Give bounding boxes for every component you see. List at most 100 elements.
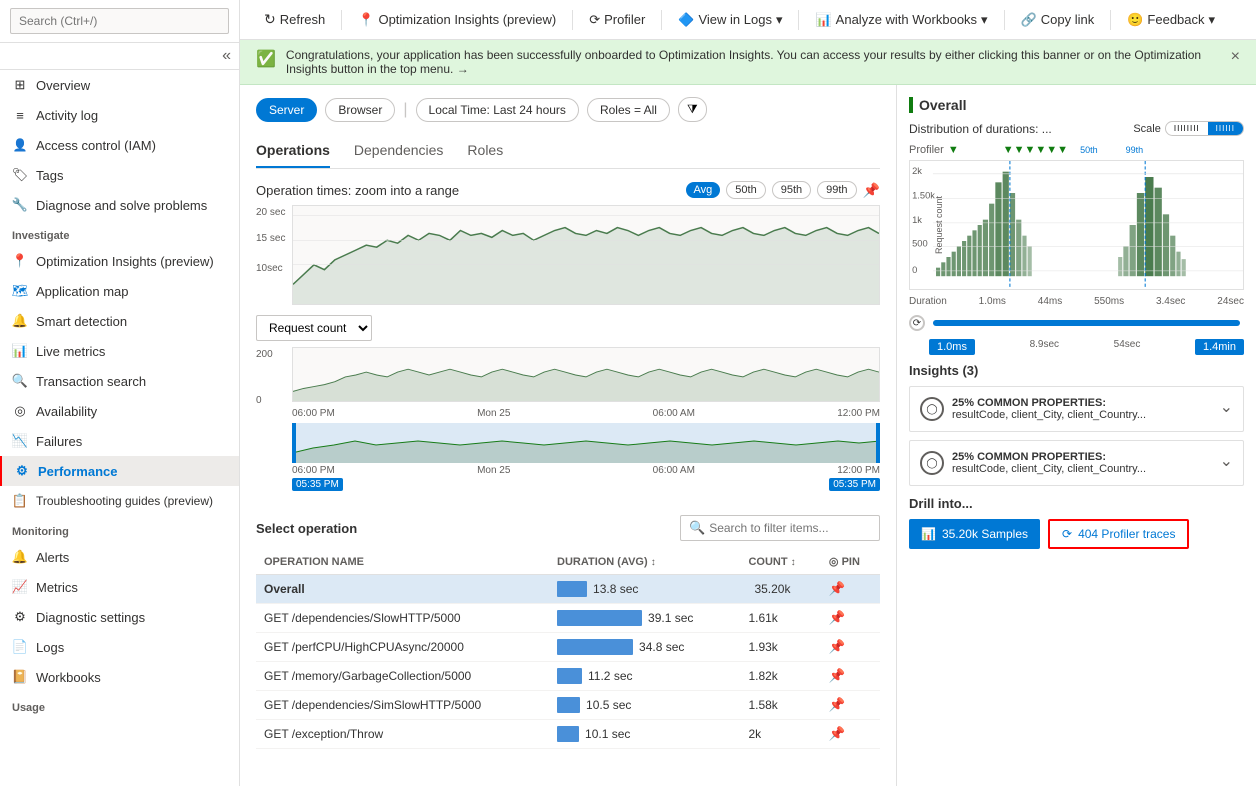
table-search-input[interactable] (709, 521, 871, 535)
main-chart-svg (293, 206, 879, 304)
sidebar-item-troubleshooting[interactable]: 📋 Troubleshooting guides (preview) (0, 486, 239, 516)
p95-button[interactable]: 95th (772, 181, 811, 199)
sidebar-item-overview[interactable]: ⊞ Overview (0, 70, 239, 100)
sidebar-item-workbooks[interactable]: 📔 Workbooks (0, 662, 239, 692)
sidebar-item-access-control[interactable]: 👤 Access control (IAM) (0, 130, 239, 160)
duration-bar (557, 610, 642, 626)
table-row[interactable]: GET /dependencies/SimSlowHTTP/5000 10.5 … (256, 691, 880, 720)
time-filter-button[interactable]: Local Time: Last 24 hours (416, 98, 579, 122)
distribution-header: Distribution of durations: ... Scale III… (909, 121, 1244, 136)
filter-separator: | (403, 101, 407, 119)
navigator-right-handle[interactable] (876, 423, 880, 463)
sidebar-item-performance[interactable]: ⚙ Performance (0, 456, 239, 486)
copy-link-button[interactable]: 🔗 Copy link (1013, 7, 1103, 33)
sidebar-item-optimization-insights[interactable]: 📍 Optimization Insights (preview) (0, 246, 239, 276)
profiler-button[interactable]: ⟳ Profiler (581, 7, 653, 33)
mini-chart-svg (293, 348, 879, 401)
nav-t2: Mon 25 (477, 465, 510, 476)
p50-button[interactable]: 50th (726, 181, 765, 199)
col-operation-name[interactable]: OPERATION NAME (256, 549, 549, 575)
duration-end-handle[interactable]: 1.4min (1195, 339, 1244, 355)
sidebar-item-diagnostic-settings[interactable]: ⚙ Diagnostic settings (0, 602, 239, 632)
avg-button[interactable]: Avg (686, 182, 721, 198)
sidebar-item-alerts[interactable]: 🔔 Alerts (0, 542, 239, 572)
insight-card-2: ◯ 25% COMMON PROPERTIES: resultCode, cli… (909, 440, 1244, 486)
insight-expand-button-2[interactable]: ⌄ (1220, 451, 1233, 471)
scale-linear-button[interactable]: IIIIIIII (1166, 122, 1208, 135)
pin-cell[interactable]: 📌 (821, 575, 880, 604)
sidebar-item-smart-detection[interactable]: 🔔 Smart detection (0, 306, 239, 336)
server-filter-button[interactable]: Server (256, 98, 317, 122)
pin-cell[interactable]: 📌 (821, 691, 880, 720)
tab-roles[interactable]: Roles (467, 134, 503, 168)
profiler-traces-button[interactable]: ⟳ 404 Profiler traces (1048, 519, 1189, 549)
feedback-button[interactable]: 🙂 Feedback ▾ (1119, 7, 1223, 33)
sidebar-item-label: Troubleshooting guides (preview) (36, 494, 213, 508)
sidebar-item-activity-log[interactable]: ≡ Activity log (0, 100, 239, 130)
pin-button[interactable]: 📌 (829, 697, 846, 713)
count-cell: 35.20k (740, 575, 820, 604)
sidebar-item-live-metrics[interactable]: 📊 Live metrics (0, 336, 239, 366)
browser-filter-button[interactable]: Browser (325, 98, 395, 122)
pin-button[interactable]: 📌 (829, 668, 846, 684)
sidebar: « ⊞ Overview ≡ Activity log 👤 Access con… (0, 0, 240, 786)
roles-filter-button[interactable]: Roles = All (587, 98, 670, 122)
refresh-button[interactable]: ↻ Refresh (256, 6, 333, 33)
sidebar-item-metrics[interactable]: 📈 Metrics (0, 572, 239, 602)
pin-cell[interactable]: 📌 (821, 720, 880, 749)
pin-button[interactable]: 📌 (829, 610, 846, 626)
tab-dependencies[interactable]: Dependencies (354, 134, 444, 168)
navigator[interactable] (292, 423, 880, 463)
left-panel: Server Browser | Local Time: Last 24 hou… (240, 85, 896, 786)
pin-button[interactable]: 📌 (829, 639, 846, 655)
tab-operations[interactable]: Operations (256, 134, 330, 168)
svg-text:1k: 1k (912, 215, 922, 226)
duration-value: 10.5 sec (586, 698, 631, 712)
col-count[interactable]: COUNT ↕ (740, 549, 820, 575)
pin-cell[interactable]: 📌 (821, 604, 880, 633)
sidebar-item-transaction-search[interactable]: 🔍 Transaction search (0, 366, 239, 396)
filter-options-button[interactable]: ⧩ (678, 97, 707, 122)
pin-button[interactable]: 📌 (829, 726, 846, 742)
sidebar-item-tags[interactable]: 🏷 Tags (0, 160, 239, 190)
pin-cell[interactable]: 📌 (821, 633, 880, 662)
main-content: ↻ Refresh 📍 Optimization Insights (previ… (240, 0, 1256, 786)
duration-start-handle[interactable]: 1.0ms (929, 339, 975, 355)
sidebar-item-failures[interactable]: 📉 Failures (0, 426, 239, 456)
chart-controls: Avg 50th 95th 99th 📌 (686, 181, 880, 199)
sidebar-item-logs[interactable]: 📄 Logs (0, 632, 239, 662)
svg-text:1.50k: 1.50k (912, 190, 935, 201)
duration-value: 10.1 sec (585, 727, 630, 741)
sidebar-item-diagnose[interactable]: 🔧 Diagnose and solve problems (0, 190, 239, 220)
sidebar-item-availability[interactable]: ◎ Availability (0, 396, 239, 426)
table-row[interactable]: GET /exception/Throw 10.1 sec 2k📌 (256, 720, 880, 749)
p99-button[interactable]: 99th (817, 181, 856, 199)
insight-expand-button-1[interactable]: ⌄ (1220, 397, 1233, 417)
navigator-left-handle[interactable] (292, 423, 296, 463)
table-row[interactable]: GET /dependencies/SlowHTTP/5000 39.1 sec… (256, 604, 880, 633)
pin-cell[interactable]: 📌 (821, 662, 880, 691)
banner-close-button[interactable]: × (1231, 48, 1240, 66)
duration-mid2: 54sec (1114, 339, 1141, 355)
navigator-container: 06:00 PM Mon 25 06:00 AM 12:00 PM 05:35 … (292, 423, 880, 491)
duration-cell: 10.5 sec (549, 691, 740, 720)
optimization-insights-button[interactable]: 📍 Optimization Insights (preview) (350, 7, 564, 33)
scale-log-button[interactable]: IIIIII (1208, 122, 1243, 135)
navigator-inner (292, 423, 880, 463)
pin-button[interactable]: 📌 (829, 581, 846, 597)
sidebar-item-label: Smart detection (36, 314, 127, 329)
sidebar-item-application-map[interactable]: 🗺 Application map (0, 276, 239, 306)
operation-name-cell: GET /memory/GarbageCollection/5000 (256, 662, 549, 691)
pin-chart-button[interactable]: 📌 (863, 182, 880, 199)
refresh-label: Refresh (280, 12, 326, 27)
analyze-workbooks-button[interactable]: 📊 Analyze with Workbooks ▾ (807, 7, 995, 33)
col-duration[interactable]: DURATION (AVG) ↕ (549, 549, 740, 575)
table-row[interactable]: GET /perfCPU/HighCPUAsync/20000 34.8 sec… (256, 633, 880, 662)
search-input[interactable] (10, 8, 229, 34)
table-row[interactable]: GET /memory/GarbageCollection/5000 11.2 … (256, 662, 880, 691)
request-count-select[interactable]: Request count (256, 315, 372, 341)
view-in-logs-button[interactable]: 🔷 View in Logs ▾ (670, 7, 790, 33)
table-row[interactable]: Overall 13.8 sec 35.20k📌 (256, 575, 880, 604)
collapse-sidebar-button[interactable]: « (222, 47, 231, 65)
samples-button[interactable]: 📊 35.20k Samples (909, 519, 1040, 549)
